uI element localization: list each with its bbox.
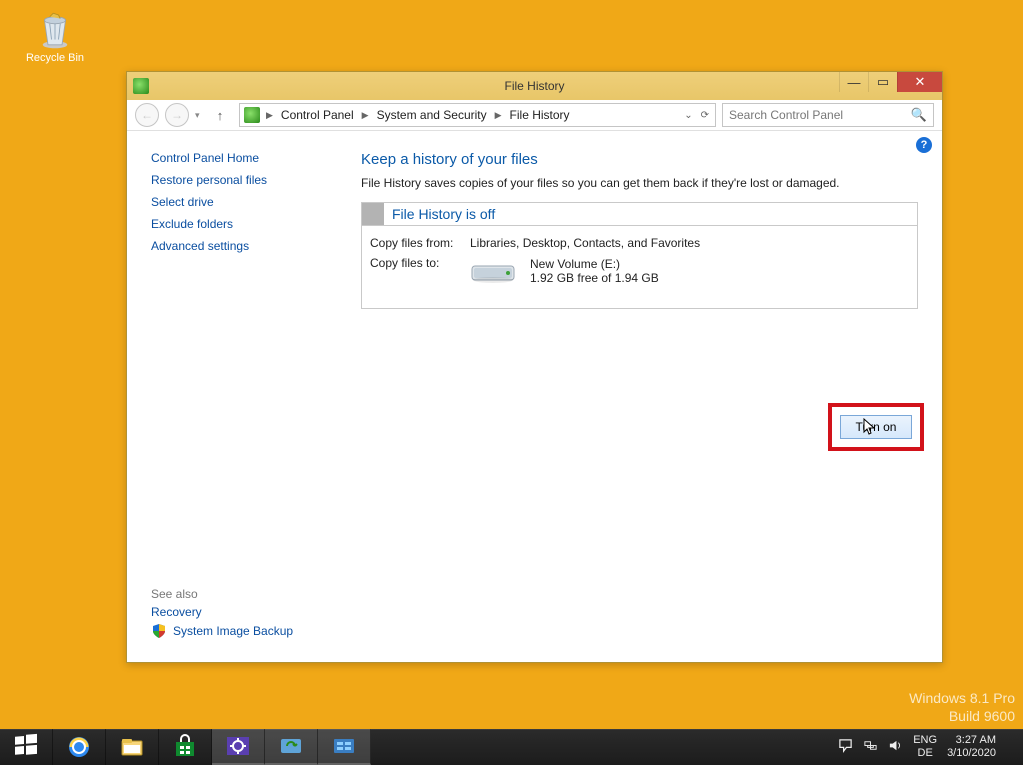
- copy-from-value: Libraries, Desktop, Contacts, and Favori…: [470, 236, 905, 250]
- watermark-line1: Windows 8.1 Pro: [909, 689, 1015, 707]
- copy-from-label: Copy files from:: [370, 236, 470, 250]
- breadcrumb-item[interactable]: System and Security: [375, 108, 489, 122]
- clock[interactable]: 3:27 AM 3/10/2020: [947, 734, 1002, 760]
- see-also-label: See also: [151, 587, 351, 601]
- search-icon: 🔍: [911, 107, 927, 123]
- breadcrumb-item[interactable]: Control Panel: [279, 108, 356, 122]
- status-box: File History is off Copy files from: Lib…: [361, 202, 918, 309]
- control-panel-home-link[interactable]: Control Panel Home: [151, 151, 351, 165]
- drive-space: 1.92 GB free of 1.94 GB: [530, 271, 659, 285]
- status-title: File History is off: [384, 206, 495, 222]
- turn-on-button[interactable]: Turn on: [840, 415, 912, 439]
- file-history-window: File History — ▭ ✕ ← → ▾ ↑ ▶ Control Pan…: [126, 71, 943, 663]
- sidebar-link-exclude-folders[interactable]: Exclude folders: [151, 217, 351, 231]
- recycle-bin-label: Recycle Bin: [20, 52, 90, 64]
- back-button[interactable]: ←: [135, 103, 159, 127]
- clock-date: 3/10/2020: [947, 747, 996, 760]
- recycle-bin[interactable]: Recycle Bin: [20, 8, 90, 64]
- action-center-icon[interactable]: [838, 738, 853, 756]
- minimize-button[interactable]: —: [839, 72, 868, 92]
- taskbar: ENG DE 3:27 AM 3/10/2020: [0, 729, 1023, 765]
- start-button[interactable]: [0, 729, 53, 765]
- chevron-right-icon: ▶: [262, 110, 277, 121]
- taskbar-settings-app[interactable]: [212, 729, 265, 765]
- system-tray: ENG DE 3:27 AM 3/10/2020: [828, 729, 1023, 765]
- refresh-icon[interactable]: ⟳: [701, 110, 709, 121]
- breadcrumb-item[interactable]: File History: [508, 108, 572, 122]
- turn-on-highlight: Turn on: [828, 403, 924, 451]
- lang-secondary: DE: [913, 747, 937, 760]
- volume-icon[interactable]: [888, 738, 903, 756]
- content: ? Keep a history of your files File Hist…: [357, 131, 942, 663]
- copy-to-label: Copy files to:: [370, 256, 470, 286]
- page-description: File History saves copies of your files …: [361, 176, 924, 190]
- taskbar-explorer[interactable]: [106, 729, 159, 765]
- search-placeholder: Search Control Panel: [729, 108, 843, 122]
- status-indicator-icon: [362, 203, 384, 225]
- watermark: Windows 8.1 Pro Build 9600: [909, 689, 1015, 725]
- page-heading: Keep a history of your files: [361, 151, 924, 168]
- watermark-line2: Build 9600: [909, 707, 1015, 725]
- chevron-right-icon: ▶: [358, 110, 373, 121]
- navbar: ← → ▾ ↑ ▶ Control Panel ▶ System and Sec…: [127, 100, 942, 131]
- network-icon[interactable]: [863, 738, 878, 756]
- chevron-right-icon: ▶: [491, 110, 506, 121]
- drive-icon: [470, 256, 516, 286]
- breadcrumb[interactable]: ▶ Control Panel ▶ System and Security ▶ …: [239, 103, 716, 127]
- window-title: File History: [127, 79, 942, 93]
- status-header: File History is off: [362, 203, 917, 226]
- sidebar-link-restore[interactable]: Restore personal files: [151, 173, 351, 187]
- sidebar: Control Panel Home Restore personal file…: [127, 131, 357, 663]
- clock-time: 3:27 AM: [947, 734, 996, 747]
- taskbar-ie[interactable]: [53, 729, 106, 765]
- turn-on-label: Turn on: [856, 420, 897, 434]
- breadcrumb-icon: [244, 107, 260, 123]
- sidebar-link-select-drive[interactable]: Select drive: [151, 195, 351, 209]
- language-indicator[interactable]: ENG DE: [913, 734, 937, 760]
- forward-button[interactable]: →: [165, 103, 189, 127]
- search-input[interactable]: Search Control Panel 🔍: [722, 103, 934, 127]
- close-button[interactable]: ✕: [897, 72, 942, 92]
- see-also-system-image-backup[interactable]: System Image Backup: [173, 624, 293, 638]
- drive-name: New Volume (E:): [530, 257, 659, 271]
- lang-primary: ENG: [913, 734, 937, 747]
- see-also-recovery[interactable]: Recovery: [151, 605, 351, 619]
- history-dropdown-icon[interactable]: ▾: [195, 110, 205, 121]
- recycle-bin-icon: [34, 8, 76, 50]
- up-button[interactable]: ↑: [211, 106, 229, 124]
- taskbar-control-panel[interactable]: [318, 729, 371, 765]
- shield-icon: [151, 623, 167, 639]
- taskbar-sync-app[interactable]: [265, 729, 318, 765]
- titlebar: File History — ▭ ✕: [127, 72, 942, 100]
- maximize-button[interactable]: ▭: [868, 72, 897, 92]
- breadcrumb-dropdown-icon[interactable]: ⌄: [684, 110, 692, 121]
- sidebar-link-advanced-settings[interactable]: Advanced settings: [151, 239, 351, 253]
- taskbar-store[interactable]: [159, 729, 212, 765]
- help-icon[interactable]: ?: [916, 137, 932, 153]
